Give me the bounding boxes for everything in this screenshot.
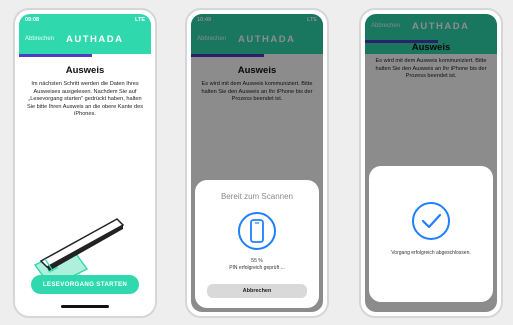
- phone-scan-icon: [238, 212, 276, 250]
- brand-title: AUTHADA: [66, 33, 124, 45]
- sheet-title: Bereit zum Scannen: [220, 192, 294, 201]
- page-title: Ausweis: [65, 65, 105, 76]
- nfc-scan-sheet: Bereit zum Scannen 55 % PIN erfolgreich …: [195, 180, 319, 308]
- sheet-cancel-button[interactable]: Abbrechen: [207, 284, 307, 298]
- instruction-text: Im nächsten Schritt werden die Daten Ihr…: [27, 81, 143, 118]
- checkmark-icon: [412, 202, 450, 240]
- home-indicator: [61, 305, 109, 308]
- app-header: 09:08 LTE Abbrechen AUTHADA: [19, 14, 151, 54]
- success-text: Vorgang erfolgreich abgeschlossen.: [391, 250, 471, 256]
- start-reading-button[interactable]: LESEVORGANG STARTEN: [31, 275, 139, 294]
- success-sheet: Vorgang erfolgreich abgeschlossen.: [369, 166, 493, 302]
- status-bar: 09:08 LTE: [25, 17, 145, 26]
- phone-screen-1: 09:08 LTE Abbrechen AUTHADA Ausweis Im n…: [13, 8, 157, 318]
- status-network: LTE: [135, 17, 145, 23]
- scan-percent: 55 %: [251, 258, 263, 264]
- phone-screen-2: 10:49 LTE Abbrechen AUTHADA Ausweis Es w…: [185, 8, 329, 318]
- scan-status: PIN erfolgreich geprüft ...: [229, 265, 285, 271]
- phone-screen-3: Abbrechen AUTHADA Ausweis Es wird mit de…: [359, 8, 503, 318]
- cancel-link[interactable]: Abbrechen: [25, 36, 54, 42]
- status-time: 09:08: [25, 17, 40, 23]
